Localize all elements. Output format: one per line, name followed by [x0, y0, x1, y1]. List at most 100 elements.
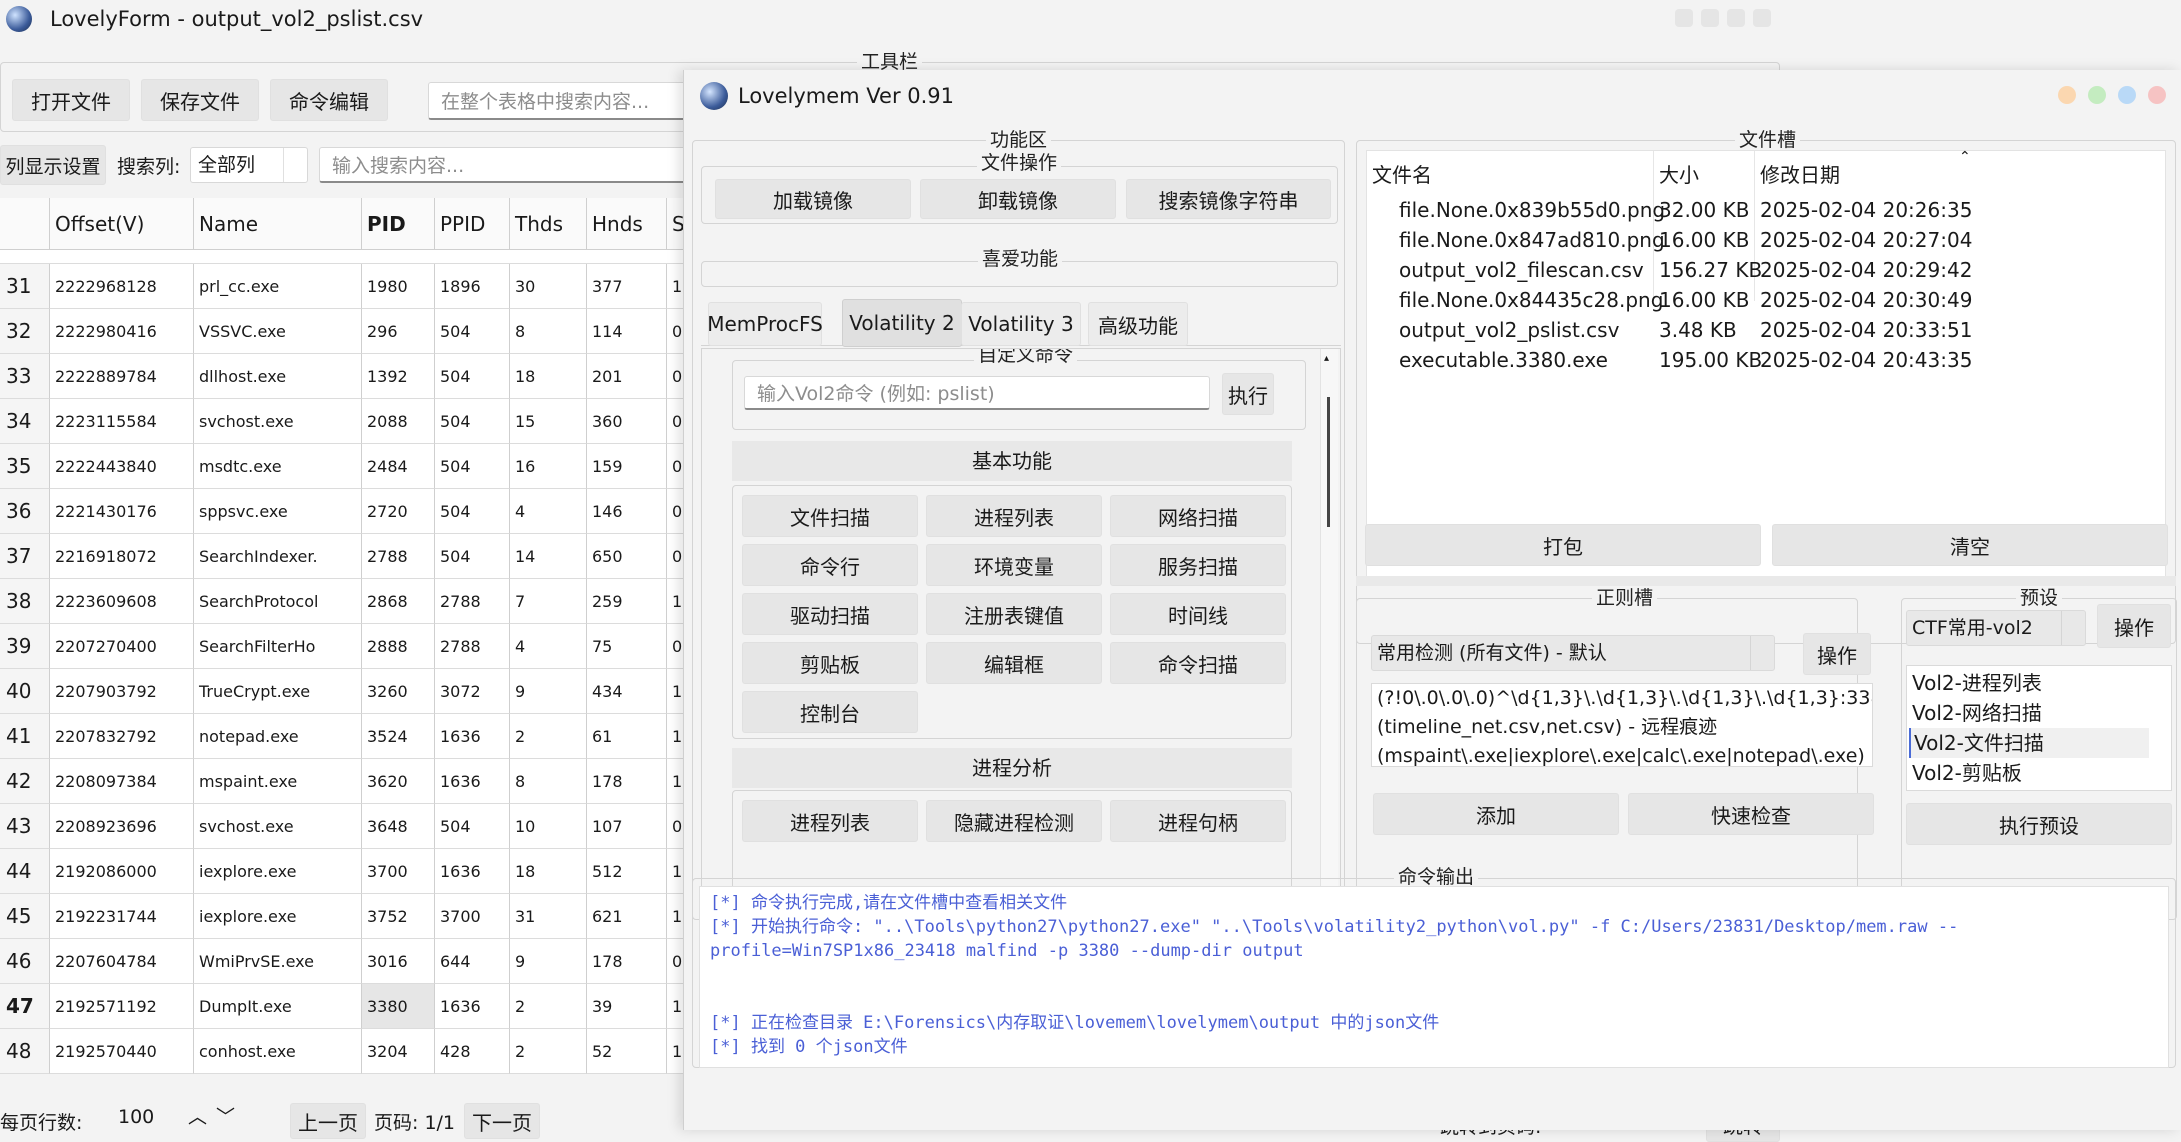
table-cell-offset[interactable]: 2222980416 — [50, 309, 194, 354]
row-number[interactable]: 37 — [0, 534, 50, 579]
tab-advanced[interactable]: 高级功能 — [1088, 302, 1188, 346]
table-cell-name[interactable]: prl_cc.exe — [194, 264, 362, 309]
row-number[interactable]: 36 — [0, 489, 50, 534]
row-number[interactable]: 43 — [0, 804, 50, 849]
table-cell-pid[interactable]: 2720 — [362, 489, 435, 534]
table-cell-name[interactable]: SearchIndexer. — [194, 534, 362, 579]
table-cell-pid[interactable]: 2788 — [362, 534, 435, 579]
row-number[interactable]: 47 — [0, 984, 50, 1029]
row-number[interactable]: 42 — [0, 759, 50, 804]
table-cell-offset[interactable]: 2223115584 — [50, 399, 194, 444]
window-green-button[interactable] — [2088, 86, 2106, 104]
file-header-size[interactable]: 大小 — [1659, 159, 1699, 188]
preset-list[interactable]: Vol2-进程列表 Vol2-网络扫描 Vol2-文件扫描 Vol2-剪贴板 — [1906, 665, 2172, 791]
column-settings-button[interactable]: 列显示设置 — [0, 145, 106, 185]
header-ppid[interactable]: PPID — [435, 198, 510, 250]
row-number[interactable]: 31 — [0, 264, 50, 309]
table-cell-pid[interactable]: 296 — [362, 309, 435, 354]
table-cell-ppid[interactable]: 504 — [435, 354, 510, 399]
table-cell-hnds[interactable]: 650 — [587, 534, 667, 579]
table-cell-name[interactable]: VSSVC.exe — [194, 309, 362, 354]
table-cell-offset[interactable]: 2192570440 — [50, 1029, 194, 1074]
file-row[interactable]: executable.3380.exe 195.00 KB 2025-02-04 2… — [1367, 345, 2167, 375]
file-row[interactable]: output_vol2_pslist.csv 3.48 KB 2025-02-04 … — [1367, 315, 2167, 345]
table-cell-thds[interactable]: 14 — [510, 534, 587, 579]
row-number[interactable]: 33 — [0, 354, 50, 399]
table-cell-hnds[interactable]: 75 — [587, 624, 667, 669]
window-red-button[interactable] — [2148, 86, 2166, 104]
table-cell-offset[interactable]: 2207604784 — [50, 939, 194, 984]
table-cell-hnds[interactable]: 360 — [587, 399, 667, 444]
table-cell-name[interactable]: msdtc.exe — [194, 444, 362, 489]
splitter-bar[interactable] — [1356, 576, 2176, 586]
row-number[interactable]: 46 — [0, 939, 50, 984]
table-cell-thds[interactable]: 2 — [510, 714, 587, 759]
basic-function-button[interactable]: 命令行 — [742, 544, 918, 586]
table-cell-pid[interactable]: 3380 — [362, 984, 435, 1029]
table-cell-thds[interactable]: 2 — [510, 984, 587, 1029]
execute-button[interactable]: 执行 — [1222, 373, 1274, 415]
table-cell-offset[interactable]: 2216918072 — [50, 534, 194, 579]
run-preset-button[interactable]: 执行预设 — [1906, 803, 2172, 845]
table-cell-name[interactable]: dllhost.exe — [194, 354, 362, 399]
table-cell-name[interactable]: SearchFilterHo — [194, 624, 362, 669]
header-name[interactable]: Name — [194, 198, 362, 250]
table-cell-hnds[interactable]: 201 — [587, 354, 667, 399]
basic-function-button[interactable]: 服务扫描 — [1110, 544, 1286, 586]
row-number[interactable]: 39 — [0, 624, 50, 669]
table-cell-thds[interactable]: 16 — [510, 444, 587, 489]
table-cell-pid[interactable]: 3204 — [362, 1029, 435, 1074]
table-cell-offset[interactable]: 2207903792 — [50, 669, 194, 714]
table-cell-pid[interactable]: 3620 — [362, 759, 435, 804]
process-analysis-button[interactable]: 隐藏进程检测 — [926, 800, 1102, 842]
table-cell-pid[interactable]: 2484 — [362, 444, 435, 489]
table-cell-pid[interactable]: 2088 — [362, 399, 435, 444]
table-cell-ppid[interactable]: 504 — [435, 534, 510, 579]
clear-button[interactable]: 清空 — [1772, 524, 2168, 566]
pack-button[interactable]: 打包 — [1365, 524, 1761, 566]
table-cell-ppid[interactable]: 1636 — [435, 714, 510, 759]
global-search-input[interactable]: 在整个表格中搜索内容... — [428, 82, 708, 120]
regex-textbox[interactable]: (?!0\.0\.0\.0)^\d{1,3}\.\d{1,3}\.\d{1,3}… — [1371, 683, 1873, 767]
table-cell-hnds[interactable]: 39 — [587, 984, 667, 1029]
table-cell-ppid[interactable]: 504 — [435, 444, 510, 489]
rows-per-page-spinbox[interactable]: 100 ︿ ﹀ — [104, 1102, 254, 1132]
table-cell-hnds[interactable]: 52 — [587, 1029, 667, 1074]
preset-select[interactable]: CTF常用-vol2 — [1906, 610, 2086, 646]
file-row[interactable]: file.None.0x84435c28.png 16.00 KB 2025-02-… — [1367, 285, 2167, 315]
table-cell-thds[interactable]: 4 — [510, 624, 587, 669]
table-cell-name[interactable]: svchost.exe — [194, 399, 362, 444]
basic-function-button[interactable]: 网络扫描 — [1110, 495, 1286, 537]
table-cell-hnds[interactable]: 159 — [587, 444, 667, 489]
table-cell-hnds[interactable]: 178 — [587, 939, 667, 984]
table-cell-ppid[interactable]: 1636 — [435, 849, 510, 894]
search-image-strings-button[interactable]: 搜索镜像字符串 — [1126, 179, 1331, 219]
table-cell-offset[interactable]: 2207832792 — [50, 714, 194, 759]
table-cell-pid[interactable]: 3700 — [362, 849, 435, 894]
table-cell-hnds[interactable]: 61 — [587, 714, 667, 759]
table-cell-name[interactable]: notepad.exe — [194, 714, 362, 759]
basic-function-button[interactable]: 进程列表 — [926, 495, 1102, 537]
basic-function-button[interactable]: 命令扫描 — [1110, 642, 1286, 684]
window-blue-button[interactable] — [2118, 86, 2136, 104]
regex-operate-button[interactable]: 操作 — [1803, 633, 1871, 675]
row-number[interactable]: 45 — [0, 894, 50, 939]
basic-function-button[interactable]: 编辑框 — [926, 642, 1102, 684]
preset-item[interactable]: Vol2-进程列表 — [1909, 668, 2149, 698]
table-cell-ppid[interactable]: 3072 — [435, 669, 510, 714]
table-cell-pid[interactable]: 3752 — [362, 894, 435, 939]
open-file-button[interactable]: 打开文件 — [12, 79, 130, 121]
row-number[interactable]: 48 — [0, 1029, 50, 1074]
row-number[interactable]: 44 — [0, 849, 50, 894]
table-cell-thds[interactable]: 18 — [510, 849, 587, 894]
row-number[interactable]: 32 — [0, 309, 50, 354]
table-cell-offset[interactable]: 2207270400 — [50, 624, 194, 669]
table-cell-pid[interactable]: 2868 — [362, 579, 435, 624]
table-cell-pid[interactable]: 3648 — [362, 804, 435, 849]
table-cell-thds[interactable]: 10 — [510, 804, 587, 849]
table-cell-thds[interactable]: 18 — [510, 354, 587, 399]
file-row[interactable]: file.None.0x839b55d0.png 32.00 KB 2025-02-… — [1367, 195, 2167, 225]
tab-volatility2[interactable]: Volatility 2 — [842, 299, 962, 347]
table-cell-ppid[interactable]: 504 — [435, 309, 510, 354]
table-cell-name[interactable]: conhost.exe — [194, 1029, 362, 1074]
